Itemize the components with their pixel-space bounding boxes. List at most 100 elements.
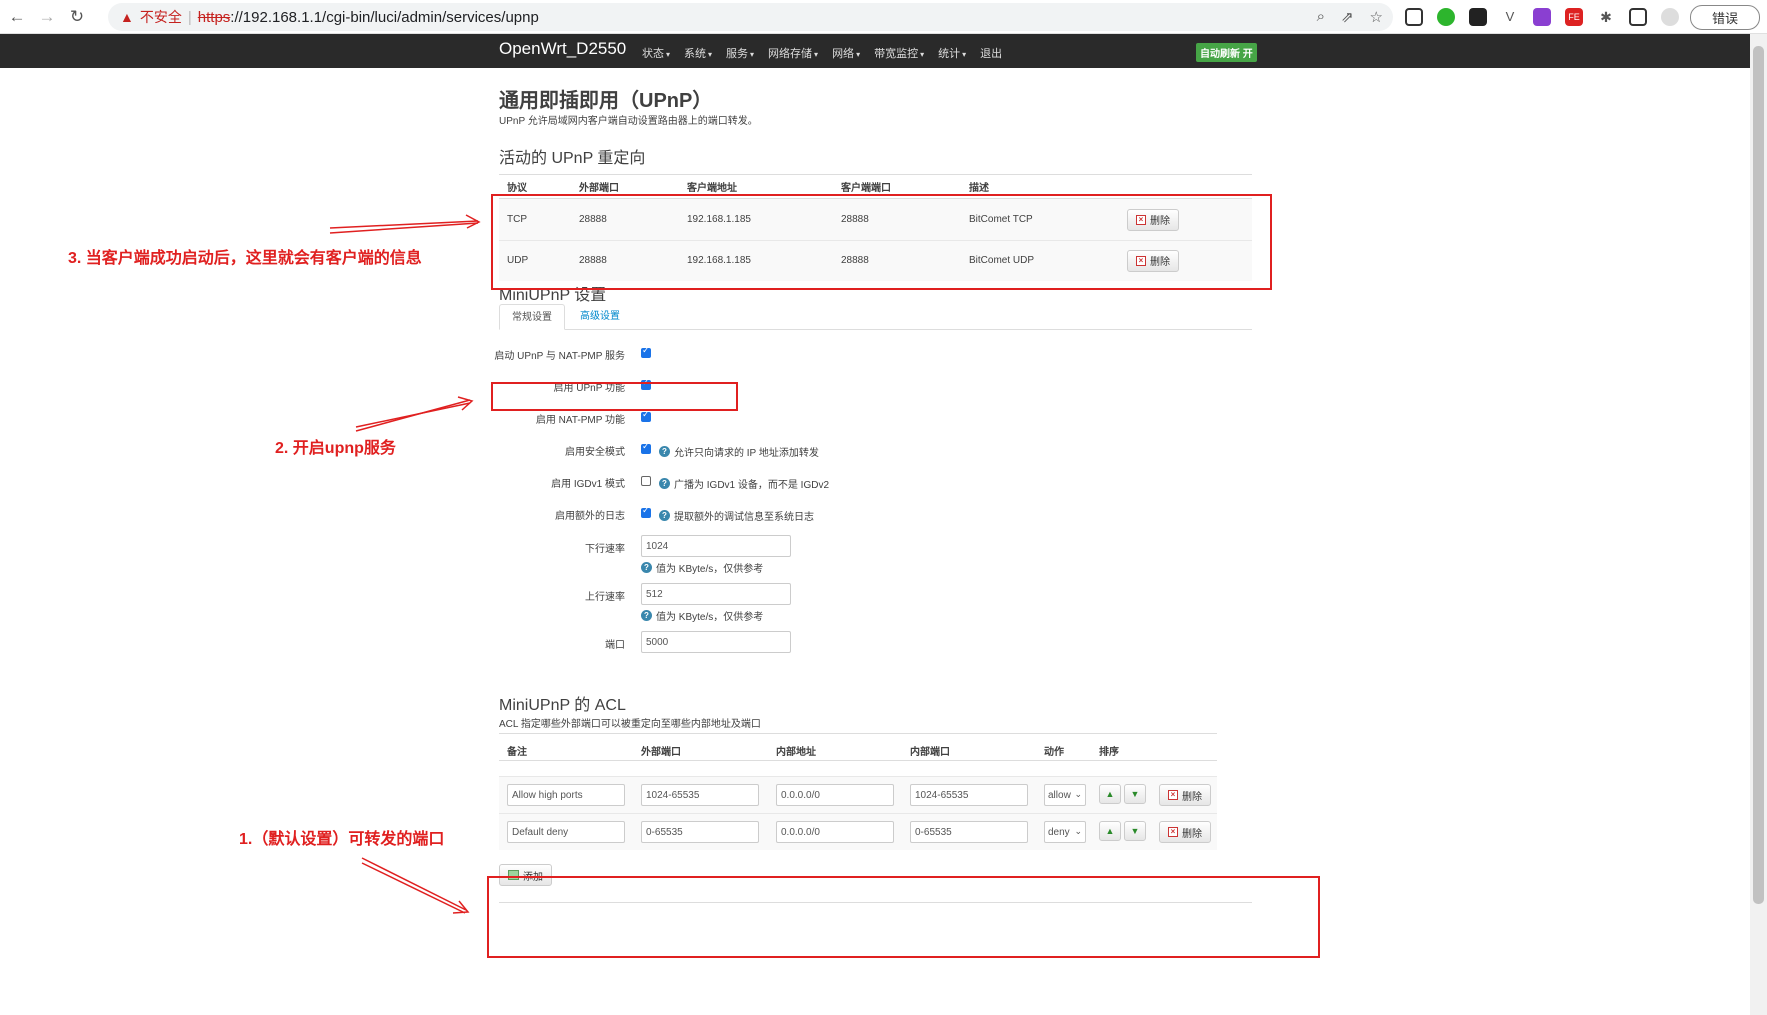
- field-port: 端口: [499, 631, 1252, 655]
- move-down-button[interactable]: ▼: [1124, 784, 1146, 804]
- arrow-to-acl: [361, 857, 470, 914]
- annotation-note-1: 1.（默认设置）可转发的端口: [239, 831, 445, 848]
- acl-ext-ports-input[interactable]: [641, 821, 759, 843]
- error-button[interactable]: 错误: [1690, 5, 1760, 30]
- delete-acl-button[interactable]: × 删除: [1159, 784, 1211, 806]
- address-bar[interactable]: ▲ 不安全 | https://192.168.1.1/cgi-bin/luci…: [108, 3, 1393, 31]
- col-int-ports: 内部端口: [910, 747, 950, 758]
- menu-services[interactable]: 服务 ▾: [726, 45, 754, 61]
- field-enable-service: 启动 UPnP 与 NAT-PMP 服务: [494, 344, 1252, 364]
- highlight-redirects: [491, 194, 1272, 290]
- delete-icon: ×: [1168, 790, 1178, 800]
- extra-log-checkbox[interactable]: [641, 505, 651, 518]
- field-hint: ? 允许只向请求的 IP 地址添加转发: [659, 444, 819, 459]
- v-extension-icon[interactable]: V: [1501, 8, 1519, 26]
- field-hint: ? 广播为 IGDv1 设备，而不是 IGDv2: [659, 476, 829, 491]
- help-icon: ?: [641, 562, 652, 573]
- acl-int-addr-input[interactable]: [776, 821, 894, 843]
- openwrt-navbar: OpenWrt_D2550 状态 ▾ 系统 ▾ 服务 ▾ 网络存储 ▾ 网络 ▾ 带宽监控…: [0, 34, 1750, 68]
- back-icon[interactable]: ←: [4, 4, 30, 30]
- url-scheme: https: [197, 8, 231, 26]
- port-input[interactable]: [641, 631, 791, 653]
- move-down-button[interactable]: ▼: [1124, 821, 1146, 841]
- move-up-button[interactable]: ▲: [1099, 784, 1121, 804]
- profile-avatar-icon[interactable]: [1661, 8, 1679, 26]
- arrow-to-redirects: [329, 214, 481, 234]
- acl-int-ports-input[interactable]: [910, 784, 1028, 806]
- field-download: 下行速率 ?值为 KByte/s，仅供参考: [499, 535, 1252, 579]
- fe-extension-icon[interactable]: FE: [1565, 8, 1583, 26]
- forward-icon[interactable]: →: [34, 4, 60, 30]
- bookmark-star-icon[interactable]: ☆: [1370, 8, 1383, 26]
- col-action: 动作: [1044, 747, 1064, 758]
- field-extra-log: 启用额外的日志 ?提取额外的调试信息至系统日志: [499, 504, 1252, 524]
- field-label: 启动 UPnP 与 NAT-PMP 服务: [494, 351, 625, 362]
- col-sort: 排序: [1099, 747, 1119, 758]
- col-int-addr: 内部地址: [776, 747, 816, 758]
- brand-title[interactable]: OpenWrt_D2550: [499, 39, 626, 59]
- purple-extension-icon[interactable]: [1533, 8, 1551, 26]
- acl-row: deny⌄ ▲ ▼ ×删除: [499, 813, 1217, 850]
- main-menu: 状态 ▾ 系统 ▾ 服务 ▾ 网络存储 ▾ 网络 ▾ 带宽监控 ▾ 统计 ▾ 退出: [642, 45, 1002, 61]
- page-scrollbar[interactable]: [1750, 34, 1767, 1015]
- help-icon: ?: [659, 510, 670, 521]
- delete-acl-button[interactable]: × 删除: [1159, 821, 1211, 843]
- dark-extension-icon[interactable]: [1469, 8, 1487, 26]
- acl-comment-input[interactable]: [507, 784, 625, 806]
- menu-status[interactable]: 状态 ▾: [642, 45, 670, 61]
- auto-refresh-badge[interactable]: 自动刷新 开: [1196, 43, 1257, 62]
- insecure-label: 不安全: [139, 9, 182, 25]
- col-comment: 备注: [507, 747, 527, 758]
- warning-icon: ▲: [120, 9, 134, 25]
- field-hint: ? 值为 KByte/s，仅供参考: [641, 560, 763, 575]
- sidepanel-icon[interactable]: [1629, 8, 1647, 26]
- share-icon[interactable]: ⇗: [1341, 8, 1354, 26]
- enable-service-checkbox[interactable]: [641, 345, 651, 358]
- menu-statistics[interactable]: 统计 ▾: [938, 45, 966, 61]
- tab-general[interactable]: 常规设置: [499, 304, 565, 330]
- move-up-button[interactable]: ▲: [1099, 821, 1121, 841]
- acl-action-select[interactable]: deny ⌄: [1044, 821, 1086, 843]
- enable-natpmp-checkbox[interactable]: [641, 409, 651, 422]
- acl-ext-ports-input[interactable]: [641, 784, 759, 806]
- laptop-icon[interactable]: [1405, 8, 1423, 26]
- field-label: 启用 IGDv1 模式: [551, 479, 625, 490]
- field-enable-natpmp: 启用 NAT-PMP 功能: [499, 408, 1252, 428]
- puzzle-extensions-icon[interactable]: ✱: [1597, 8, 1615, 26]
- menu-system[interactable]: 系统 ▾: [684, 45, 712, 61]
- menu-logout[interactable]: 退出: [980, 45, 1002, 61]
- acl-int-ports-input[interactable]: [910, 821, 1028, 843]
- acl-table-header: 备注 外部端口 内部地址 内部端口 动作 排序: [499, 733, 1217, 761]
- acl-int-addr-input[interactable]: [776, 784, 894, 806]
- omnibox-separator: |: [187, 8, 192, 26]
- page-title: 通用即插即用（UPnP）: [499, 90, 713, 112]
- igdv1-checkbox[interactable]: [641, 476, 651, 486]
- green-extension-icon[interactable]: [1437, 8, 1455, 26]
- field-secure-mode: 启用安全模式 ?允许只向请求的 IP 地址添加转发: [499, 440, 1252, 460]
- field-igdv1: 启用 IGDv1 模式 ? 广播为 IGDv1 设备，而不是 IGDv2: [499, 472, 1252, 492]
- upload-rate-input[interactable]: [641, 583, 791, 605]
- menu-bandwidth[interactable]: 带宽监控 ▾: [874, 45, 924, 61]
- acl-action-select[interactable]: allow ⌄: [1044, 784, 1086, 806]
- secure-mode-checkbox[interactable]: [641, 441, 651, 454]
- delete-icon: ×: [1168, 827, 1178, 837]
- zoom-icon[interactable]: ⌕: [1317, 8, 1325, 26]
- field-label: 下行速率: [585, 544, 625, 555]
- help-icon: ?: [659, 446, 670, 457]
- url-path: ://192.168.1.1/cgi-bin/luci/admin/servic…: [230, 8, 539, 26]
- menu-nas[interactable]: 网络存储 ▾: [768, 45, 818, 61]
- download-rate-input[interactable]: [641, 535, 791, 557]
- acl-comment-input[interactable]: [507, 821, 625, 843]
- tab-advanced[interactable]: 高级设置: [568, 304, 632, 330]
- help-icon: ?: [641, 610, 652, 621]
- scroll-thumb[interactable]: [1753, 46, 1764, 904]
- col-ext-ports: 外部端口: [641, 747, 681, 758]
- field-upload: 上行速率 ?值为 KByte/s，仅供参考: [499, 583, 1252, 627]
- reload-icon[interactable]: ↻: [64, 4, 90, 30]
- page-description: UPnP 允许局域网内客户端自动设置路由器上的端口转发。: [499, 116, 758, 127]
- field-label: 启用安全模式: [565, 447, 625, 458]
- field-label: 上行速率: [585, 592, 625, 603]
- menu-network[interactable]: 网络 ▾: [832, 45, 860, 61]
- acl-description: ACL 指定哪些外部端口可以被重定向至哪些内部地址及端口: [499, 719, 761, 730]
- annotation-note-3: 3. 当客户端成功启动后，这里就会有客户端的信息: [68, 250, 422, 267]
